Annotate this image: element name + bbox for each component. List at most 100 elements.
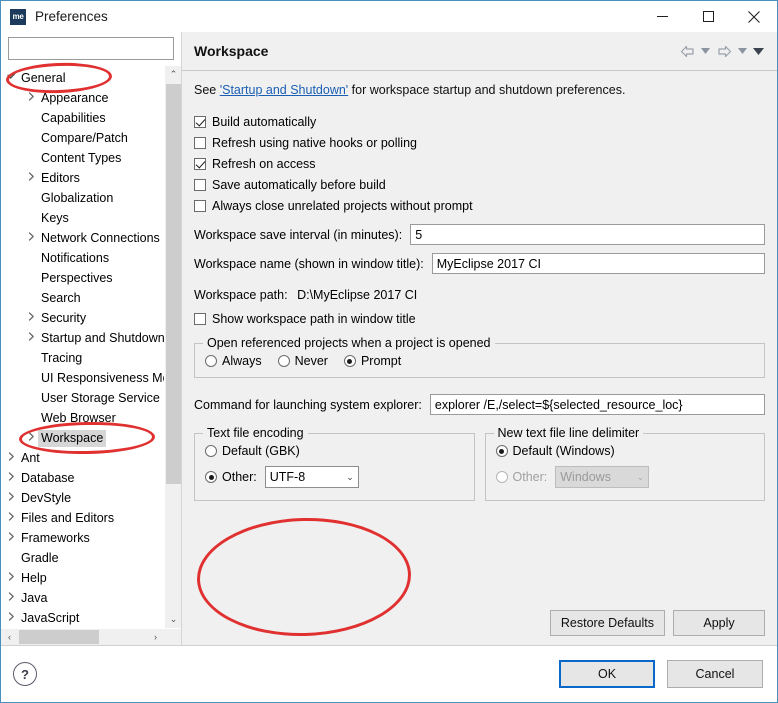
referenced-radio-never[interactable]: [277, 355, 290, 367]
sidebar-item-notifications[interactable]: Notifications: [1, 248, 164, 268]
delimiter-default-radio[interactable]: [495, 445, 508, 457]
sidebar-item-devstyle[interactable]: DevStyle: [1, 488, 164, 508]
startup-and-shutdown-link[interactable]: 'Startup and Shutdown': [220, 83, 348, 97]
scroll-right-icon[interactable]: ›: [147, 629, 164, 645]
sidebar-item-tracing[interactable]: Tracing: [1, 348, 164, 368]
encoding-other-option[interactable]: Other:: [205, 470, 257, 484]
horizontal-scrollbar-thumb[interactable]: [19, 630, 99, 644]
save-interval-input[interactable]: [410, 224, 765, 245]
encoding-other-radio[interactable]: [205, 471, 217, 483]
referenced-radio-always[interactable]: [205, 355, 217, 367]
sidebar-item-keys[interactable]: Keys: [1, 208, 164, 228]
sidebar-item-help[interactable]: Help: [1, 568, 164, 588]
checkbox-row[interactable]: Refresh using native hooks or polling: [194, 132, 765, 153]
sidebar-item-web-browser[interactable]: Web Browser: [1, 408, 164, 428]
chevron-right-icon[interactable]: [5, 592, 18, 604]
chevron-right-icon[interactable]: [5, 452, 18, 464]
scroll-up-icon[interactable]: ⌃: [165, 66, 181, 83]
delimiter-default-row[interactable]: Default (Windows): [495, 444, 755, 458]
sidebar-item-gradle[interactable]: Gradle: [1, 548, 164, 568]
chevron-right-icon[interactable]: [25, 232, 38, 244]
chevron-right-icon[interactable]: [25, 312, 38, 324]
checkbox-row[interactable]: Always close unrelated projects without …: [194, 195, 765, 216]
apply-button[interactable]: Apply: [673, 610, 765, 636]
back-menu-chevron-down-icon[interactable]: [699, 42, 712, 60]
sidebar-item-editors[interactable]: Editors: [1, 168, 164, 188]
sidebar-item-frameworks[interactable]: Frameworks: [1, 528, 164, 548]
encoding-default-row[interactable]: Default (GBK): [205, 444, 464, 458]
forward-menu-chevron-down-icon[interactable]: [736, 42, 749, 60]
sidebar-item-content-types[interactable]: Content Types: [1, 148, 164, 168]
sidebar-item-files-and-editors[interactable]: Files and Editors: [1, 508, 164, 528]
sidebar-item-compare-patch[interactable]: Compare/Patch: [1, 128, 164, 148]
chevron-right-icon[interactable]: [25, 332, 38, 344]
ok-button[interactable]: OK: [559, 660, 655, 688]
checkbox-refresh-using-native-hooks-or-polling[interactable]: [194, 136, 206, 149]
sidebar-item-appearance[interactable]: Appearance: [1, 88, 164, 108]
chevron-right-icon[interactable]: [25, 92, 38, 104]
chevron-right-icon[interactable]: [5, 572, 18, 584]
encoding-default-radio[interactable]: [205, 445, 217, 457]
checkbox-row[interactable]: Refresh on access: [194, 153, 765, 174]
chevron-right-icon[interactable]: [25, 432, 38, 444]
chevron-right-icon[interactable]: [5, 492, 18, 504]
scroll-down-icon[interactable]: ⌄: [165, 611, 181, 628]
workspace-name-input[interactable]: [431, 253, 765, 274]
chevron-right-icon[interactable]: [5, 472, 18, 484]
checkbox-row[interactable]: Build automatically: [194, 111, 765, 132]
chevron-down-icon[interactable]: [5, 72, 18, 84]
vertical-scrollbar-thumb[interactable]: [166, 84, 181, 484]
sidebar-item-globalization[interactable]: Globalization: [1, 188, 164, 208]
sidebar-item-workspace[interactable]: Workspace: [1, 428, 164, 448]
sidebar-item-perspectives[interactable]: Perspectives: [1, 268, 164, 288]
checkbox-build-automatically[interactable]: [194, 115, 206, 128]
chevron-right-icon[interactable]: [5, 532, 18, 544]
scroll-left-icon[interactable]: ‹: [1, 629, 18, 645]
sidebar-item-javascript[interactable]: JavaScript: [1, 608, 164, 628]
referenced-option-never[interactable]: Never: [277, 354, 328, 368]
tree-vertical-scrollbar[interactable]: ⌃ ⌄: [164, 66, 181, 628]
show-workspace-path-row[interactable]: Show workspace path in window title: [194, 308, 765, 329]
encoding-combo[interactable]: UTF-8 ⌄: [264, 466, 359, 488]
checkbox-always-close-unrelated-projects-without-prompt[interactable]: [194, 199, 206, 212]
preferences-tree[interactable]: General Appearance Capabilities Compare/Pat…: [1, 66, 164, 628]
help-icon[interactable]: ?: [13, 662, 37, 686]
show-workspace-path-checkbox[interactable]: [194, 312, 206, 325]
close-icon[interactable]: [731, 1, 777, 32]
sidebar-item-database[interactable]: Database: [1, 468, 164, 488]
sidebar-item-security[interactable]: Security: [1, 308, 164, 328]
encoding-default-option[interactable]: Default (GBK): [205, 444, 300, 458]
referenced-radio-prompt[interactable]: [343, 355, 356, 367]
filter-search-input[interactable]: [8, 37, 174, 60]
checkbox-save-automatically-before-build[interactable]: [194, 178, 206, 191]
delimiter-default-option[interactable]: Default (Windows): [495, 444, 615, 458]
sidebar-item-java[interactable]: Java: [1, 588, 164, 608]
sidebar-item-search[interactable]: Search: [1, 288, 164, 308]
chevron-right-icon[interactable]: [25, 172, 38, 184]
checkbox-refresh-on-access[interactable]: [194, 157, 206, 170]
restore-defaults-button[interactable]: Restore Defaults: [549, 610, 665, 636]
sidebar-item-general[interactable]: General: [1, 68, 164, 88]
referenced-option-prompt[interactable]: Prompt: [343, 354, 401, 368]
forward-arrow-icon[interactable]: [715, 42, 733, 60]
sidebar-item-user-storage-service[interactable]: User Storage Service: [1, 388, 164, 408]
chevron-right-icon[interactable]: [5, 512, 18, 524]
checkbox-row[interactable]: Save automatically before build: [194, 174, 765, 195]
cancel-button[interactable]: Cancel: [667, 660, 763, 688]
sidebar-item-ant[interactable]: Ant: [1, 448, 164, 468]
chevron-right-icon[interactable]: [5, 612, 18, 624]
encoding-other-row[interactable]: Other: UTF-8 ⌄: [205, 466, 464, 488]
explorer-command-input[interactable]: [429, 394, 765, 415]
tree-horizontal-scrollbar[interactable]: ‹ ›: [1, 628, 181, 645]
encoding-default-label: Default (GBK): [222, 444, 300, 458]
delimiter-other-label: Other:: [512, 470, 548, 484]
sidebar-item-capabilities[interactable]: Capabilities: [1, 108, 164, 128]
minimize-icon[interactable]: [639, 1, 685, 32]
back-arrow-icon[interactable]: [678, 42, 696, 60]
sidebar-item-network-connections[interactable]: Network Connections: [1, 228, 164, 248]
maximize-icon[interactable]: [685, 1, 731, 32]
sidebar-item-startup-and-shutdown[interactable]: Startup and Shutdown: [1, 328, 164, 348]
sidebar-item-ui-responsiveness-monitoring[interactable]: UI Responsiveness Monitoring: [1, 368, 164, 388]
view-menu-chevron-down-icon[interactable]: [752, 42, 765, 60]
referenced-option-always[interactable]: Always: [205, 354, 262, 368]
